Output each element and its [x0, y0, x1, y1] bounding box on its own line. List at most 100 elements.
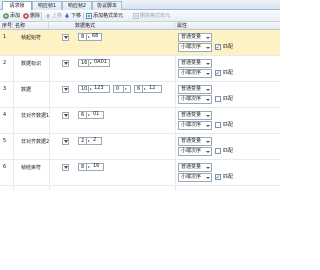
variable-type-select[interactable]: 普通变量: [178, 163, 212, 172]
table-header: 序号 名称 数据格式 属性: [0, 22, 280, 30]
delete-format-unit-label: 删除格式单元: [140, 13, 171, 19]
table-row[interactable]: 6 帧结束符 8 16 普通变量 小端次序 匹配: [0, 160, 280, 186]
variable-type-select[interactable]: 普通变量: [178, 33, 212, 42]
arrow-down-icon: [64, 13, 70, 19]
chevron-down-icon: [63, 36, 68, 39]
row-index: 3: [3, 86, 7, 92]
match-label: 匹配: [223, 70, 234, 76]
bit-length: 10: [81, 86, 88, 92]
match-checkbox[interactable]: [215, 174, 221, 180]
variable-type-value: 普通变量: [181, 34, 202, 40]
move-up-label: 上移: [52, 13, 63, 19]
chevron-down-icon: [63, 114, 68, 117]
byte-order-select[interactable]: 小端次序: [178, 121, 212, 130]
format-dropdown[interactable]: [62, 60, 69, 67]
chevron-down-icon: [206, 177, 210, 179]
chevron-down-icon: [206, 99, 210, 101]
segment-value[interactable]: 01: [91, 111, 99, 119]
column-header-index[interactable]: 序号: [0, 22, 13, 30]
byte-order-value: 小端次序: [181, 70, 202, 76]
segment-value[interactable]: 2: [91, 137, 96, 145]
row-name[interactable]: 数据: [21, 86, 31, 93]
tab-label: 协议脚本: [96, 3, 117, 9]
variable-type-select[interactable]: 普通变量: [178, 137, 212, 146]
table-row[interactable]: 1 帧起始符 8 68 普通变量 小端次序 匹配: [0, 30, 280, 56]
bit-length: 2: [81, 138, 85, 144]
format-dropdown[interactable]: [62, 86, 69, 93]
row-index: 5: [3, 138, 7, 144]
move-down-label: 下移: [71, 13, 82, 19]
match-checkbox[interactable]: [215, 44, 221, 50]
chevron-down-icon: [206, 115, 210, 117]
chevron-down-icon: [206, 151, 210, 153]
segment-value[interactable]: 123: [92, 85, 104, 93]
move-up-button[interactable]: 上移: [45, 12, 62, 20]
table-row[interactable]: 5 非对齐数据2 2 2 普通变量 小端次序 匹配: [0, 134, 280, 160]
segment-value[interactable]: 12: [147, 85, 155, 93]
variable-type-value: 普通变量: [181, 112, 202, 118]
byte-order-select[interactable]: 小端次序: [178, 69, 212, 78]
chevron-down-icon: [206, 47, 210, 49]
segment-value[interactable]: 68: [90, 33, 98, 41]
column-header-attributes[interactable]: 属性: [175, 22, 280, 30]
column-header-data-format[interactable]: 数据格式: [49, 22, 175, 30]
chevron-down-icon: [206, 73, 210, 75]
variable-type-select[interactable]: 普通变量: [178, 59, 212, 68]
segment-divider: [86, 111, 90, 119]
match-checkbox[interactable]: [215, 96, 221, 102]
delete-button[interactable]: 删除: [23, 12, 40, 20]
tab-bar: 请求帧 响应帧1 响应帧2 协议脚本: [0, 0, 280, 11]
table-row[interactable]: 2 数据标识 16 0A01 普通变量 小端次序 匹配: [0, 56, 280, 82]
add-format-unit-label: 添加格式单元: [93, 13, 124, 19]
toolbar-divider: [83, 12, 84, 20]
format-dropdown[interactable]: [62, 112, 69, 119]
table-row[interactable]: 3 数据 10 123 0 6 12 普通变量 小端次序 匹配: [0, 82, 280, 108]
variable-type-select[interactable]: 普通变量: [178, 85, 212, 94]
segment-value[interactable]: 16: [91, 163, 99, 171]
add-button[interactable]: 添加: [3, 12, 20, 20]
column-header-name[interactable]: 名称: [13, 22, 49, 30]
byte-order-value: 小端次序: [181, 148, 202, 154]
chevron-down-icon: [206, 37, 210, 39]
delete-label: 删除: [30, 13, 41, 19]
row-name[interactable]: 帧起始符: [21, 34, 41, 41]
segment-value[interactable]: 0A01: [92, 59, 107, 67]
match-checkbox[interactable]: [215, 148, 221, 154]
tab-response-frame-1[interactable]: 响应帧1: [32, 1, 62, 10]
format-dropdown[interactable]: [62, 34, 69, 41]
match-checkbox[interactable]: [215, 70, 221, 76]
format-dropdown[interactable]: [62, 138, 69, 145]
row-name[interactable]: 非对齐数据2: [21, 138, 49, 145]
move-down-button[interactable]: 下移: [64, 12, 81, 20]
chevron-down-icon: [63, 88, 68, 91]
row-name[interactable]: 数据标识: [21, 60, 41, 67]
match-label: 匹配: [223, 96, 234, 102]
byte-order-select[interactable]: 小端次序: [178, 95, 212, 104]
segment-divider: [86, 137, 90, 145]
table-row[interactable]: 4 非对齐数据1 6 01 普通变量 小端次序 匹配: [0, 108, 280, 134]
bit-length: 8: [81, 164, 85, 170]
add-label: 添加: [10, 13, 21, 19]
match-label: 匹配: [223, 148, 234, 154]
variable-type-select[interactable]: 普通变量: [178, 111, 212, 120]
add-format-unit-button[interactable]: 添加格式单元: [86, 12, 123, 20]
match-label: 匹配: [223, 174, 234, 180]
byte-order-select[interactable]: 小端次序: [178, 147, 212, 156]
segment-divider: [86, 163, 90, 171]
row-name[interactable]: 非对齐数据1: [21, 112, 49, 119]
match-checkbox[interactable]: [215, 122, 221, 128]
tab-protocol-script[interactable]: 协议脚本: [92, 1, 122, 10]
byte-order-select[interactable]: 小端次序: [178, 43, 212, 52]
format-unit[interactable]: 0: [113, 85, 131, 93]
chevron-down-icon: [206, 125, 210, 127]
chevron-down-icon: [63, 62, 68, 65]
format-dropdown[interactable]: [62, 164, 69, 171]
tab-response-frame-2[interactable]: 响应帧2: [62, 1, 92, 10]
segment-value: 0: [116, 86, 120, 92]
format-unit[interactable]: 2: [78, 137, 102, 145]
bit-length: 6: [137, 86, 141, 92]
byte-order-select[interactable]: 小端次序: [178, 173, 212, 182]
row-name[interactable]: 帧结束符: [21, 164, 41, 171]
delete-format-unit-button[interactable]: 删除格式单元: [133, 12, 170, 20]
delete-icon: [23, 13, 29, 19]
